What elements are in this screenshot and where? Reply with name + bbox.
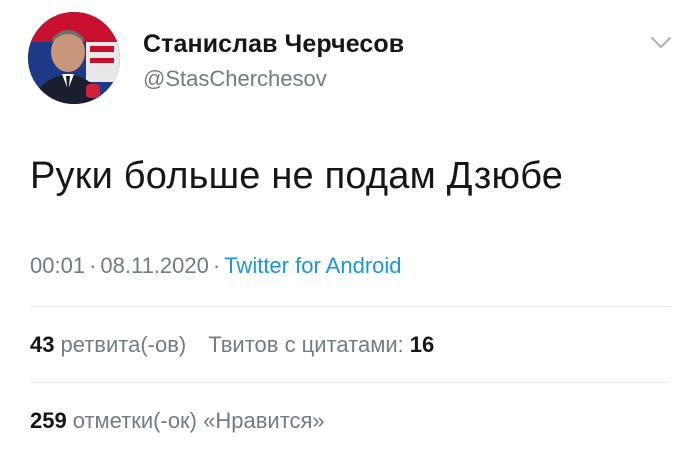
chevron-down-icon[interactable] xyxy=(650,36,672,50)
likes-count: 259 xyxy=(30,408,67,433)
quotes-count: 16 xyxy=(409,332,435,357)
meta-separator: · xyxy=(89,253,97,278)
meta-separator: · xyxy=(212,253,221,278)
retweets-count: 43 xyxy=(30,332,55,357)
tweet-meta: 00:01 · 08.11.2020 · Twitter for Android xyxy=(30,253,402,279)
tweet-source-link[interactable]: Twitter for Android xyxy=(224,253,401,278)
author-handle[interactable]: @StasCherchesov xyxy=(143,66,327,92)
tweet-date[interactable]: 08.11.2020 xyxy=(100,253,208,278)
tweet-text: Руки больше не подам Дзюбе xyxy=(30,155,564,197)
quotes-stat[interactable]: Твитов с цитатами: 16 xyxy=(208,332,434,357)
retweets-stat[interactable]: 43 ретвита(-ов) xyxy=(30,332,186,357)
retweets-label: ретвита(-ов) xyxy=(60,332,187,357)
likes-stats-row: 259 отметки(-ок) «Нравится» xyxy=(30,408,325,434)
tweet-card: Станислав Черчесов @StasCherchesov Руки … xyxy=(0,0,700,451)
likes-stat[interactable]: 259 отметки(-ок) «Нравится» xyxy=(30,408,325,433)
quotes-label: Твитов с цитатами: xyxy=(208,332,404,357)
divider xyxy=(30,306,670,307)
engagement-stats-row: 43 ретвита(-ов) Твитов с цитатами: 16 xyxy=(30,332,434,358)
author-avatar[interactable] xyxy=(28,12,120,104)
likes-label: отметки(-ок) «Нравится» xyxy=(72,408,325,433)
tweet-time[interactable]: 00:01 xyxy=(30,253,85,278)
author-display-name[interactable]: Станислав Черчесов xyxy=(143,30,404,59)
avatar-photo-icon xyxy=(28,12,120,104)
divider xyxy=(30,382,670,383)
